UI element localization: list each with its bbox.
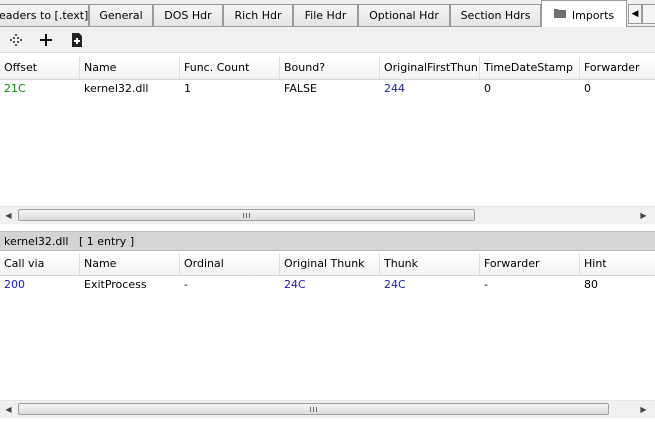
tab-scroll-right-button[interactable] (642, 4, 655, 24)
cell-forwarder: - (484, 278, 488, 291)
imports-horizontal-scrollbar[interactable]: ◀ ▶ (0, 206, 655, 224)
cell-call-via: 200 (4, 278, 25, 291)
plus-icon[interactable] (37, 31, 55, 49)
tab-label: DOS Hdr (164, 9, 212, 22)
imports-table-header: Offset Name Func. Count Bound? OriginalF… (0, 57, 655, 80)
tab-bar: eaders to [.text] General DOS Hdr Rich H… (0, 0, 655, 27)
column-header-name[interactable]: Name (80, 57, 180, 79)
thumb-grip (316, 407, 317, 412)
cell-bound: FALSE (284, 82, 317, 95)
thumb-grip (249, 213, 250, 218)
functions-horizontal-scrollbar[interactable]: ◀ ▶ (0, 400, 655, 418)
tab-rich-hdr[interactable]: Rich Hdr (223, 4, 293, 26)
cell-original-thunk: 24C (284, 278, 306, 291)
scrollbar-thumb[interactable] (18, 209, 475, 221)
column-header-forwarder[interactable]: Forwarder (480, 253, 580, 275)
tab-label: Optional Hdr (369, 9, 439, 22)
scroll-right-button[interactable]: ▶ (637, 209, 650, 222)
functions-table: Call via Name Ordinal Original Thunk Thu… (0, 253, 655, 401)
tab-label: General (99, 9, 143, 22)
column-header-hint[interactable]: Hint (580, 253, 655, 275)
cell-func-count: 1 (184, 82, 191, 95)
cell-hint: 80 (584, 278, 598, 291)
left-arrow-icon: ◀ (5, 405, 12, 414)
column-header-original-first-thunk[interactable]: OriginalFirstThun (380, 57, 480, 79)
selection-label: kernel32.dll [ 1 entry ] (4, 235, 135, 248)
cell-forwarder: 0 (584, 82, 591, 95)
folder-icon (553, 1, 566, 27)
column-header-ordinal[interactable]: Ordinal (180, 253, 280, 275)
column-header-offset[interactable]: Offset (0, 57, 80, 79)
tab-dos-hdr[interactable]: DOS Hdr (153, 4, 223, 26)
cell-original-first-thunk: 244 (384, 82, 405, 95)
column-header-forwarder[interactable]: Forwarder (580, 57, 655, 79)
tab-label: eaders to [.text] (0, 9, 89, 22)
scroll-left-button[interactable]: ◀ (2, 403, 15, 416)
table-row[interactable]: 200 ExitProcess - 24C 24C - 80 (0, 275, 655, 295)
move-icon[interactable] (7, 31, 25, 49)
thumb-grip (313, 407, 314, 412)
cell-time-date-stamp: 0 (484, 82, 491, 95)
column-header-thunk[interactable]: Thunk (380, 253, 480, 275)
scrollbar-thumb[interactable] (18, 403, 609, 415)
cell-name: kernel32.dll (84, 82, 149, 95)
imports-table: Offset Name Func. Count Bound? OriginalF… (0, 57, 655, 209)
right-arrow-icon: ▶ (640, 211, 647, 220)
thumb-grip (243, 213, 244, 218)
functions-table-header: Call via Name Ordinal Original Thunk Thu… (0, 253, 655, 276)
scroll-left-button[interactable]: ◀ (2, 209, 15, 222)
tab-label: File Hdr (304, 9, 347, 22)
column-header-original-thunk[interactable]: Original Thunk (280, 253, 380, 275)
column-header-bound[interactable]: Bound? (280, 57, 380, 79)
tab-optional-hdr[interactable]: Optional Hdr (358, 4, 450, 26)
tab-headers-to-text[interactable]: eaders to [.text] (0, 4, 89, 26)
tab-label: Imports (571, 9, 615, 22)
column-header-time-date-stamp[interactable]: TimeDateStamp (480, 57, 580, 79)
thumb-grip (246, 213, 247, 218)
cell-ordinal: - (184, 278, 188, 291)
column-header-name[interactable]: Name (80, 253, 180, 275)
left-arrow-icon: ◀ (5, 211, 12, 220)
column-header-call-via[interactable]: Call via (0, 253, 80, 275)
add-page-icon[interactable] (68, 31, 86, 49)
tab-file-hdr[interactable]: File Hdr (293, 4, 358, 26)
tab-scroll-left-button[interactable]: ◀ (628, 4, 642, 24)
tab-label: Rich Hdr (234, 9, 282, 22)
cell-offset: 21C (4, 82, 26, 95)
toolbar (0, 27, 655, 53)
thumb-grip (310, 407, 311, 412)
cell-thunk: 24C (384, 278, 406, 291)
left-arrow-icon: ◀ (631, 9, 639, 19)
selection-label-bar: kernel32.dll [ 1 entry ] (0, 231, 655, 251)
tab-imports[interactable]: Imports (541, 0, 627, 27)
tab-label: Section Hdrs (460, 9, 531, 22)
tab-section-hdrs[interactable]: Section Hdrs (450, 4, 541, 26)
scroll-right-button[interactable]: ▶ (637, 403, 650, 416)
tab-general[interactable]: General (89, 4, 153, 26)
column-header-func-count[interactable]: Func. Count (180, 57, 280, 79)
cell-name: ExitProcess (84, 278, 147, 291)
right-arrow-icon: ▶ (640, 405, 647, 414)
table-row[interactable]: 21C kernel32.dll 1 FALSE 244 0 0 (0, 79, 655, 99)
